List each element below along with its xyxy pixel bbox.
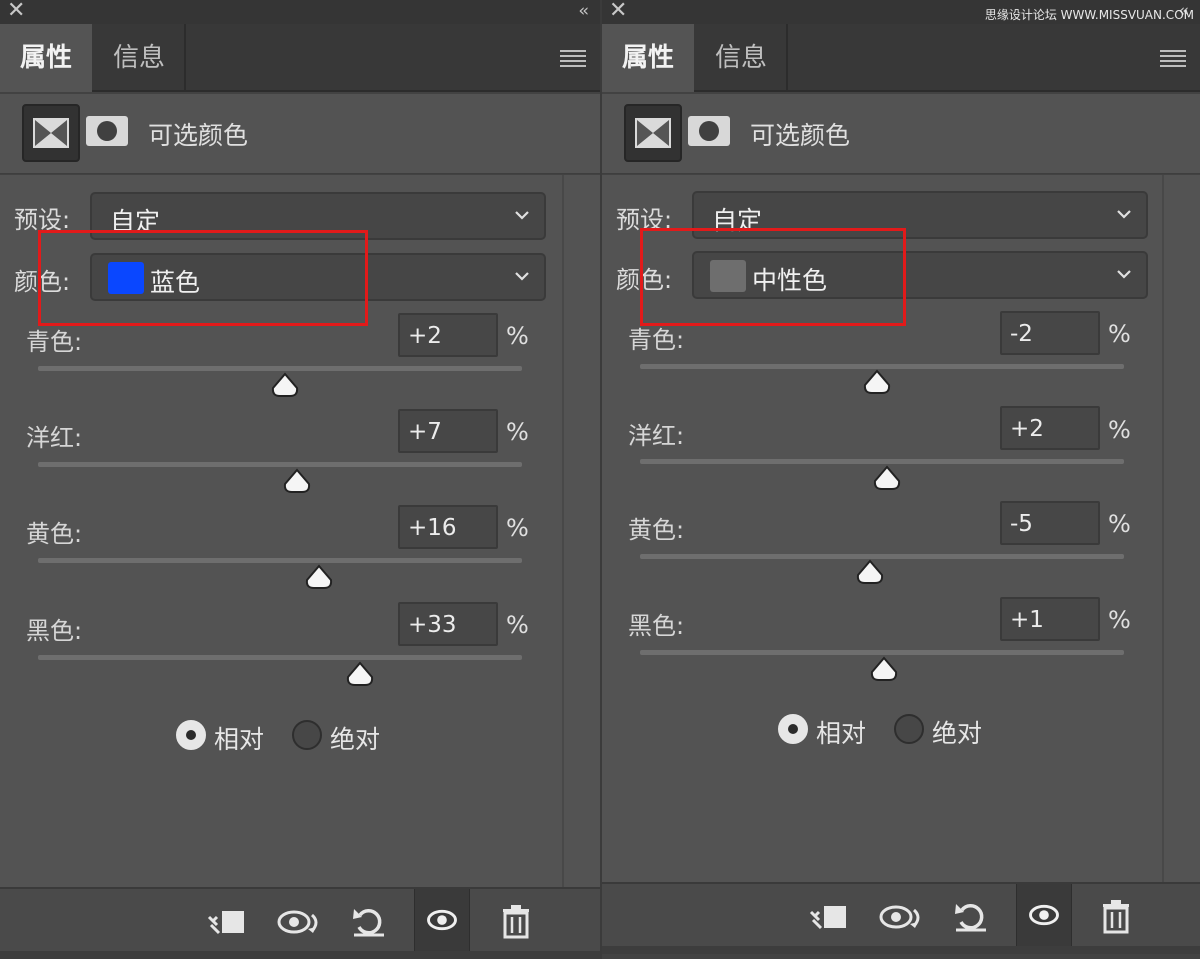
relative-label: 相对 (214, 725, 265, 754)
percent-unit: % (506, 514, 529, 542)
absolute-radio[interactable] (292, 720, 322, 750)
cyan-slider-thumb[interactable] (270, 372, 300, 398)
slider-label-yellow: 黄色: (628, 516, 685, 544)
cyan-slider-track[interactable] (38, 366, 522, 371)
layer-mask-icon[interactable] (688, 116, 730, 146)
hamburger-menu-icon[interactable] (1160, 50, 1186, 67)
magenta-input[interactable]: +7 (398, 409, 498, 453)
panel-top-bar: ✕ ‹‹ (0, 0, 600, 24)
black-slider-thumb[interactable] (345, 661, 375, 687)
method-radio-group: 相对 绝对 (176, 720, 436, 756)
magenta-slider-track[interactable] (640, 459, 1124, 464)
trash-icon[interactable] (488, 895, 544, 949)
percent-unit: % (1108, 416, 1131, 444)
slider-label-cyan: 青色: (628, 326, 685, 354)
black-slider-thumb[interactable] (869, 656, 899, 682)
black-slider-track[interactable] (640, 650, 1124, 655)
panel-footer-toolbar (602, 882, 1200, 954)
percent-unit: % (506, 611, 529, 639)
percent-unit: % (1108, 510, 1131, 538)
black-input[interactable]: +1 (1000, 597, 1100, 641)
chevron-down-icon (515, 211, 529, 220)
absolute-label: 绝对 (932, 719, 983, 748)
slider-label-cyan: 青色: (26, 328, 83, 356)
chevron-down-icon (515, 272, 529, 281)
chevron-down-icon (1117, 210, 1131, 219)
absolute-radio[interactable] (894, 714, 924, 744)
panel-tabs: 属性 信息 (602, 24, 1200, 92)
percent-unit: % (506, 418, 529, 446)
reset-icon[interactable] (944, 890, 1000, 944)
cyan-input[interactable]: +2 (398, 313, 498, 357)
yellow-slider-track[interactable] (38, 558, 522, 563)
close-icon[interactable]: ✕ (609, 0, 627, 24)
slider-label-yellow: 黄色: (26, 520, 83, 548)
magenta-input[interactable]: +2 (1000, 406, 1100, 450)
trash-icon[interactable] (1088, 890, 1144, 944)
slider-label-black: 黑色: (628, 612, 685, 640)
chevron-down-icon (1117, 270, 1131, 279)
absolute-label: 绝对 (330, 725, 381, 754)
view-previous-state-icon[interactable] (874, 890, 930, 944)
yellow-slider-thumb[interactable] (304, 564, 334, 590)
scrollbar[interactable] (562, 175, 564, 887)
percent-unit: % (1108, 606, 1131, 634)
layer-mask-icon[interactable] (86, 116, 128, 146)
close-icon[interactable]: ✕ (7, 0, 25, 24)
percent-unit: % (506, 322, 529, 350)
adjustment-header: 可选颜色 (0, 94, 600, 174)
properties-panel-left: ✕ ‹‹ 属性 信息 可选颜色 预设: 自定 颜色: 蓝色 青色: +2 % 洋… (0, 0, 600, 959)
watermark: 思缘设计论坛 WWW.MISSVUAN.COM (984, 8, 1194, 22)
clip-to-layer-icon[interactable] (802, 890, 858, 944)
eye-icon[interactable] (414, 889, 470, 953)
reset-icon[interactable] (342, 895, 398, 949)
relative-label: 相对 (816, 719, 867, 748)
relative-radio[interactable] (176, 720, 206, 750)
tab-properties[interactable]: 属性 (602, 24, 694, 92)
eye-icon[interactable] (1016, 884, 1072, 948)
black-slider-track[interactable] (38, 655, 522, 660)
selective-color-adjustment-icon[interactable] (624, 104, 682, 162)
adjustment-title: 可选颜色 (148, 121, 249, 150)
highlight-box (38, 230, 368, 326)
view-previous-state-icon[interactable] (272, 895, 328, 949)
percent-unit: % (1108, 320, 1131, 348)
highlight-box (640, 228, 906, 326)
yellow-input[interactable]: +16 (398, 505, 498, 549)
panel-tabs: 属性 信息 (0, 24, 600, 92)
slider-label-black: 黑色: (26, 617, 83, 645)
double-chevron-left-icon[interactable]: ‹‹ (578, 0, 588, 23)
method-radio-group: 相对 绝对 (778, 714, 1038, 750)
adjustment-header: 可选颜色 (602, 94, 1200, 174)
properties-panel-right: ✕ ‹‹ 属性 信息 可选颜色 预设: 自定 颜色: 中性色 青色: -2 % … (602, 0, 1200, 959)
slider-label-magenta: 洋红: (26, 424, 83, 452)
magenta-slider-thumb[interactable] (872, 465, 902, 491)
tab-info[interactable]: 信息 (696, 24, 788, 92)
cyan-slider-thumb[interactable] (862, 369, 892, 395)
slider-label-magenta: 洋红: (628, 422, 685, 450)
magenta-slider-thumb[interactable] (282, 468, 312, 494)
relative-radio[interactable] (778, 714, 808, 744)
yellow-input[interactable]: -5 (1000, 501, 1100, 545)
magenta-slider-track[interactable] (38, 462, 522, 467)
black-input[interactable]: +33 (398, 602, 498, 646)
cyan-input[interactable]: -2 (1000, 311, 1100, 355)
clip-to-layer-icon[interactable] (200, 895, 256, 949)
adjustment-title: 可选颜色 (750, 121, 851, 150)
scrollbar[interactable] (1162, 175, 1164, 887)
hamburger-menu-icon[interactable] (560, 50, 586, 67)
tab-info[interactable]: 信息 (94, 24, 186, 92)
selective-color-adjustment-icon[interactable] (22, 104, 80, 162)
panel-footer-toolbar (0, 887, 600, 959)
tab-properties[interactable]: 属性 (0, 24, 92, 92)
yellow-slider-thumb[interactable] (855, 559, 885, 585)
